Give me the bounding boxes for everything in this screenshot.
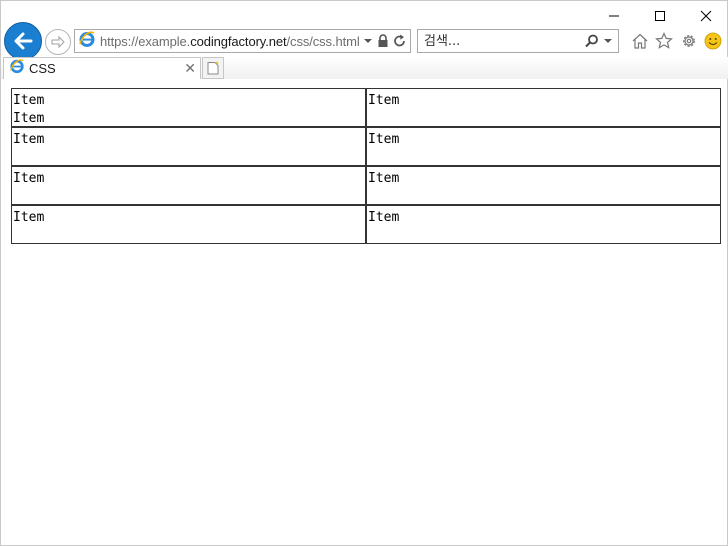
browser-window: https://example.codingfactory.net/css/cs…	[0, 0, 728, 546]
forward-button[interactable]	[45, 29, 71, 55]
maximize-icon	[655, 11, 665, 21]
grid-cell: Item	[11, 205, 366, 244]
feedback-button[interactable]	[703, 31, 723, 51]
search-tools	[585, 34, 613, 48]
search-dropdown-icon[interactable]	[603, 34, 613, 48]
star-icon	[655, 32, 673, 49]
grid-cell: Item	[11, 127, 366, 166]
url-text[interactable]: https://example.codingfactory.net/css/cs…	[100, 34, 360, 49]
cell-item-text: Item	[13, 210, 45, 225]
grid-cell: Item	[366, 88, 721, 127]
forward-arrow-icon	[51, 35, 65, 49]
tab-title: CSS	[29, 61, 56, 76]
minimize-button[interactable]	[591, 1, 637, 31]
grid-cell: Item	[366, 166, 721, 205]
ie-logo-icon	[78, 30, 96, 53]
cell-item-text: Item	[368, 210, 400, 225]
address-bar[interactable]: https://example.codingfactory.net/css/cs…	[74, 29, 411, 53]
grid-cell: Item	[366, 127, 721, 166]
cell-item-text: Item	[368, 93, 400, 108]
minimize-icon	[609, 15, 619, 17]
smiley-icon	[704, 32, 722, 50]
ie-logo-icon	[9, 58, 25, 79]
refresh-icon[interactable]	[393, 33, 407, 49]
close-icon	[700, 10, 712, 22]
lock-icon[interactable]	[377, 33, 389, 49]
cell-item-text: Item	[13, 132, 45, 147]
item-grid: Item Item Item Item Item Item Item Item Item	[11, 88, 721, 244]
url-path: /css/css.html	[286, 33, 360, 49]
cell-item-text: Item	[368, 132, 400, 147]
page-content: Item Item Item Item Item Item Item Item Item	[11, 88, 721, 244]
favorites-button[interactable]	[654, 31, 674, 51]
cell-item-text: Item	[13, 111, 45, 126]
search-icon[interactable]	[585, 34, 599, 48]
new-tab-button[interactable]	[202, 57, 224, 79]
home-icon	[632, 33, 648, 49]
tab-css[interactable]: CSS ✕	[3, 57, 201, 79]
back-arrow-icon	[14, 32, 33, 50]
new-tab-icon	[207, 61, 220, 75]
grid-cell: Item Item	[11, 88, 366, 127]
grid-cell: Item	[11, 166, 366, 205]
search-input[interactable]	[424, 33, 574, 49]
search-box[interactable]	[417, 29, 619, 53]
maximize-button[interactable]	[637, 1, 683, 31]
dropdown-arrow-icon[interactable]	[363, 33, 373, 49]
back-button[interactable]	[4, 22, 42, 60]
cell-item-text: Item	[13, 93, 45, 108]
url-subdomain: example.	[138, 33, 191, 49]
cell-item-text: Item	[13, 171, 45, 186]
tab-close-icon[interactable]: ✕	[184, 60, 196, 76]
url-host: codingfactory.net	[190, 33, 287, 49]
address-tools	[363, 33, 407, 49]
settings-button[interactable]	[679, 31, 699, 51]
url-scheme: https://	[100, 33, 139, 49]
home-button[interactable]	[630, 31, 650, 51]
cell-item-text: Item	[368, 171, 400, 186]
tab-strip: CSS ✕	[1, 57, 728, 79]
gear-icon	[683, 35, 695, 47]
close-button[interactable]	[683, 1, 728, 31]
grid-cell: Item	[366, 205, 721, 244]
